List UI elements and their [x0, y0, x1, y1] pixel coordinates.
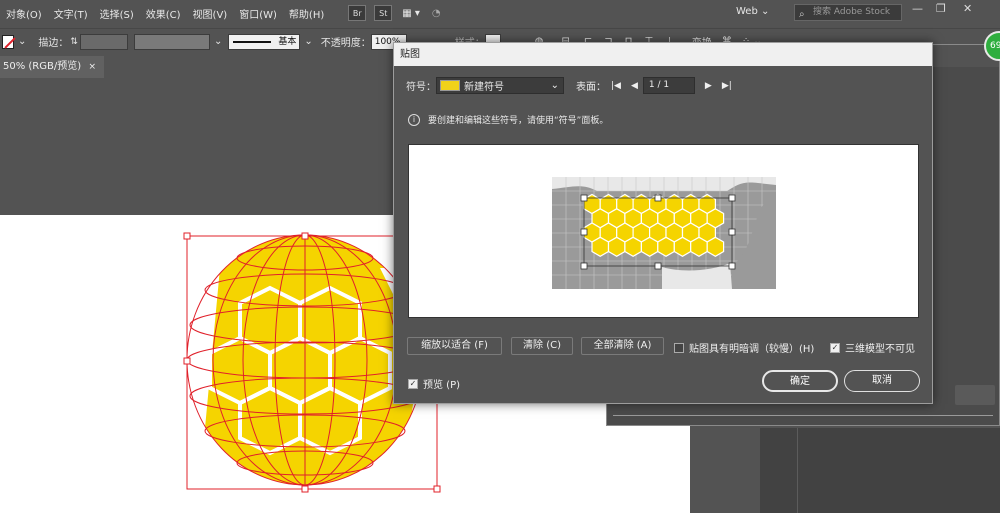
- preview-checkbox[interactable]: ✓ 预览 (P): [408, 376, 460, 391]
- menu-type[interactable]: 文字(T): [48, 6, 94, 21]
- arrange-documents-icon[interactable]: ▦ ▾: [396, 8, 426, 19]
- invisible-checkbox-box[interactable]: ✓: [830, 342, 840, 353]
- opacity-label: 不透明度：: [320, 38, 371, 49]
- stroke-dropdown-icon[interactable]: ⌄: [18, 36, 26, 47]
- clear-button[interactable]: 清除 (C): [511, 337, 573, 355]
- invisible-geometry-checkbox[interactable]: ✓ 三维模型不可见: [830, 340, 915, 355]
- workspace-switcher[interactable]: Web ⌄: [736, 6, 769, 17]
- preview-checkbox-box[interactable]: ✓: [408, 378, 418, 389]
- menu-select[interactable]: 选择(S): [94, 6, 140, 21]
- hex-cell: [690, 236, 708, 257]
- brush-dropdown-icon[interactable]: ⌄: [214, 36, 222, 47]
- chevron-down-icon: ⌄: [550, 80, 559, 91]
- stock-search-input[interactable]: ⌕ 搜索 Adobe Stock: [794, 4, 902, 21]
- panel-cancel-button[interactable]: [955, 385, 995, 405]
- ok-button[interactable]: 确定: [762, 370, 838, 392]
- menu-window[interactable]: 窗口(W): [233, 6, 283, 21]
- stroke-weight-field[interactable]: [79, 33, 128, 50]
- info-icon: i: [408, 113, 420, 126]
- restore-icon[interactable]: ❐: [936, 2, 946, 15]
- previous-surface-icon[interactable]: ◀: [631, 81, 638, 91]
- hex-cell: [607, 236, 626, 257]
- stroke-label: 描边：: [38, 38, 69, 49]
- stroke-weight-stepper[interactable]: ⇅: [70, 37, 78, 47]
- cancel-button[interactable]: 取消: [844, 370, 920, 392]
- info-text: 要创建和编辑这些符号，请使用“符号”面板。: [428, 116, 609, 126]
- hex-cell: [673, 236, 692, 257]
- bridge-button[interactable]: Br: [348, 5, 367, 21]
- stroke-style-select[interactable]: 基本: [228, 33, 301, 50]
- panel-divider: [613, 415, 993, 416]
- stock-button[interactable]: St: [374, 5, 393, 21]
- close-window-icon[interactable]: ✕: [963, 2, 972, 15]
- menu-view[interactable]: 视图(V): [187, 6, 234, 21]
- minimize-icon[interactable]: —: [912, 2, 923, 15]
- shade-artwork-checkbox[interactable]: 贴图具有明暗调（较慢）(H): [674, 340, 814, 355]
- shade-checkbox-box[interactable]: [674, 342, 684, 353]
- panel-lower-area: [760, 428, 1000, 513]
- search-icon: ⌕: [799, 9, 805, 20]
- last-surface-icon[interactable]: ▶|: [722, 81, 732, 91]
- surface-preview[interactable]: [408, 144, 919, 318]
- document-tab[interactable]: 50% (RGB/预览) ×: [0, 56, 104, 78]
- next-surface-icon[interactable]: ▶: [705, 81, 712, 91]
- menu-object[interactable]: 对象(O): [0, 6, 48, 21]
- dialog-title: 贴图: [394, 43, 932, 66]
- honeycomb-symbol[interactable]: [583, 193, 725, 257]
- stroke-color-swatch[interactable]: [2, 34, 16, 49]
- scale-to-fit-button[interactable]: 缩放以适合 (F): [407, 337, 502, 355]
- hex-cell: [624, 236, 643, 257]
- gpu-performance-icon[interactable]: ◔: [426, 8, 447, 19]
- preview-checkbox-label: 预览 (P): [423, 380, 461, 391]
- first-surface-icon[interactable]: |◀: [611, 81, 621, 91]
- map-art-dialog: 贴图 符号： 新建符号 ⌄ 表面： |◀ ◀ 1 / 1 ▶ ▶| i 要创建和…: [393, 42, 933, 404]
- stroke-style-dropdown-icon[interactable]: ⌄: [304, 36, 312, 47]
- symbol-select[interactable]: 新建符号 ⌄: [436, 77, 564, 94]
- symbol-select-value: 新建符号: [464, 82, 504, 93]
- panel-column-divider: [797, 428, 798, 513]
- hex-cell: [657, 236, 675, 257]
- hex-cell: [640, 236, 659, 257]
- clear-all-button[interactable]: 全部清除 (A): [581, 337, 664, 355]
- shade-checkbox-label: 贴图具有明暗调（较慢）(H): [689, 344, 815, 355]
- document-tab-title: 50% (RGB/预览): [3, 61, 82, 72]
- surface-map-preview[interactable]: [552, 177, 776, 289]
- close-tab-icon[interactable]: ×: [88, 56, 96, 78]
- hex-cell: [591, 236, 610, 257]
- variable-width-profile[interactable]: [133, 33, 210, 50]
- surface-label: 表面：: [576, 82, 606, 93]
- hex-cell: [706, 236, 725, 257]
- menu-effect[interactable]: 效果(C): [140, 6, 187, 21]
- menu-help[interactable]: 帮助(H): [283, 6, 330, 21]
- symbol-label: 符号：: [406, 82, 436, 93]
- surface-page-field[interactable]: 1 / 1: [642, 77, 695, 94]
- symbol-swatch-icon: [440, 80, 460, 91]
- invisible-checkbox-label: 三维模型不可见: [845, 344, 915, 355]
